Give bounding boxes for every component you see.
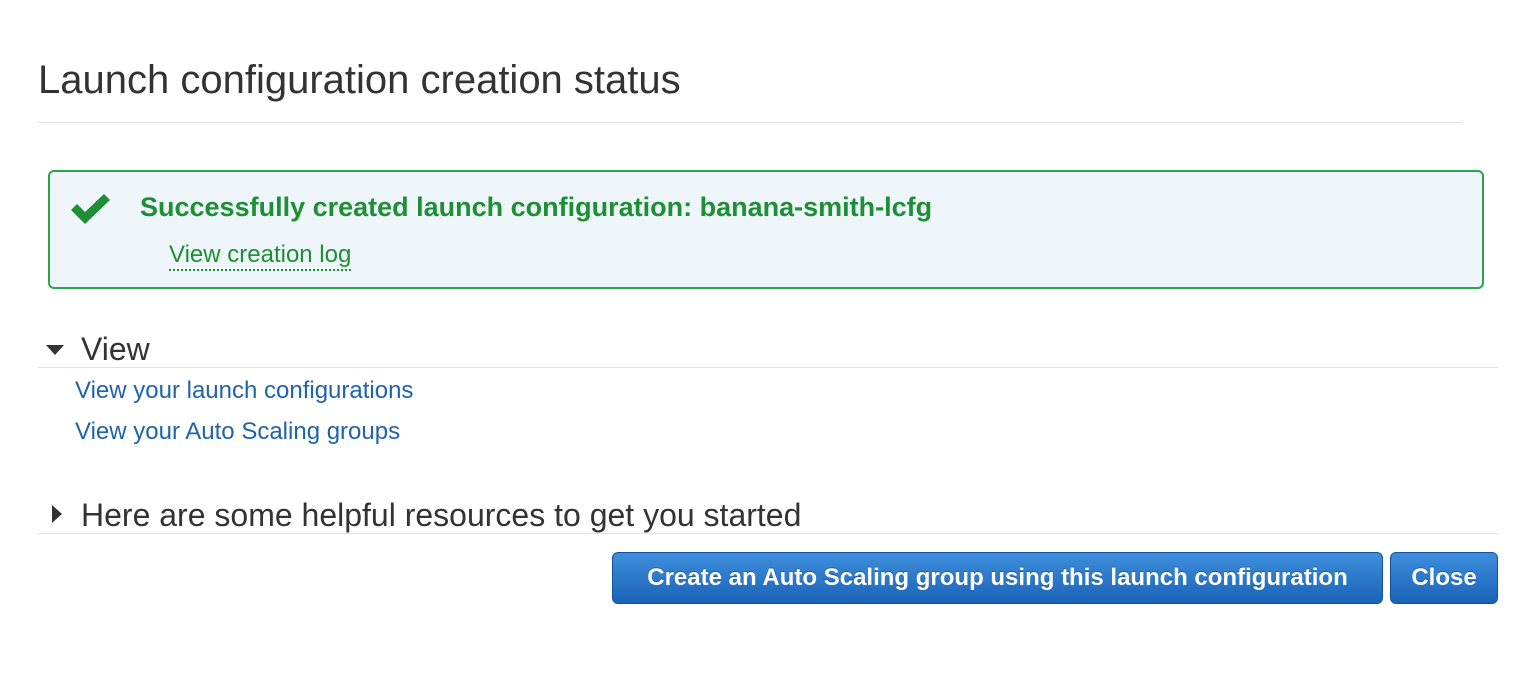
page-title: Launch configuration creation status: [38, 58, 681, 102]
section-view-label: View: [81, 331, 150, 367]
create-auto-scaling-group-button[interactable]: Create an Auto Scaling group using this …: [612, 552, 1383, 604]
success-message: Successfully created launch configuratio…: [140, 192, 933, 222]
launch-config-status-page: Launch configuration creation status Suc…: [0, 0, 1516, 692]
title-divider: [38, 122, 1462, 123]
section-resources-label: Here are some helpful resources to get y…: [81, 497, 802, 533]
checkmark-icon: [71, 194, 110, 224]
close-button[interactable]: Close: [1390, 552, 1498, 604]
view-launch-configurations-link[interactable]: View your launch configurations: [75, 377, 413, 405]
caret-right-icon: [52, 505, 62, 523]
view-creation-log-link[interactable]: View creation log: [169, 241, 352, 271]
section-resources-header[interactable]: Here are some helpful resources to get y…: [38, 494, 1498, 534]
section-view-header[interactable]: View: [38, 328, 1498, 368]
view-auto-scaling-groups-link[interactable]: View your Auto Scaling groups: [75, 418, 400, 446]
success-alert: Successfully created launch configuratio…: [48, 170, 1484, 289]
caret-down-icon: [46, 345, 64, 355]
